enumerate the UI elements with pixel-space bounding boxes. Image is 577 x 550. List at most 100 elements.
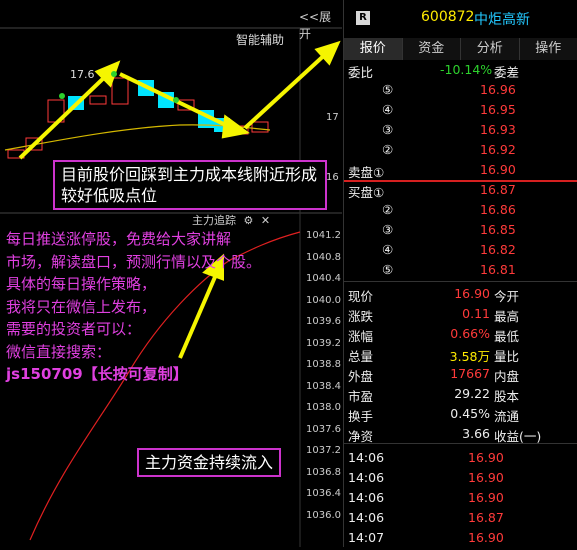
stat-value: 17667 [450,366,490,381]
signal-dot [111,71,117,77]
annotation-fund-inflow: 主力资金持续流入 [137,448,281,477]
tab-analysis[interactable]: 分析 [461,38,520,60]
order-price: 16.96 [480,82,516,97]
commission-row: 委比 -10.14% 委差 [344,62,577,82]
order-level-label: ⑤ [382,262,393,277]
stat-label-right: 最高 [494,306,519,325]
bid-ask-divider [344,180,577,182]
tick-row: 14:06 16.90 [344,490,577,510]
order-level-label: ② [382,202,393,217]
promo-line: 市场，解读盘口，预测行情以及个股。 [6,251,326,274]
y-tick-label: 1036.8 [306,467,341,478]
smart-assist-label[interactable]: 智能辅助 [236,31,284,48]
order-price: 16.93 [480,122,516,137]
order-level-label: ④ [382,102,393,117]
stat-value: 3.66 [462,426,490,441]
order-row: ② 16.86 [344,202,577,222]
stock-name: 中炬高新 [474,9,530,29]
order-level-label: 卖盘① [348,162,384,181]
stat-row: 现价16.90今开 [344,286,577,306]
high-price-label: 17.6 [70,68,95,81]
quote-panel: R 600872 中炬高新 报价 资金 分析 操作 委比 -10.14% 委差 … [343,0,577,547]
tab-funds[interactable]: 资金 [403,38,462,60]
order-row: ④ 16.95 [344,102,577,122]
order-price: 16.85 [480,222,516,237]
tracker-title: 主力追踪 ⚙ ✕ [192,212,270,228]
tick-row: 14:0716.90 [344,530,577,550]
tick-time: 14:06 [348,450,384,465]
promo-line: js150709【长按可复制】 [6,363,326,386]
order-level-label: ④ [382,242,393,257]
stat-row: 总量 3.58万量比 [344,346,577,366]
order-price: 16.82 [480,242,516,257]
y-tick-label: 1037.2 [306,445,341,456]
order-level-label: ⑤ [382,82,393,97]
order-price: 16.87 [480,182,516,197]
order-price: 16.86 [480,202,516,217]
y-tick-label: 1038.0 [306,402,341,413]
gear-icon[interactable]: ⚙ [244,214,254,227]
signal-dot [173,97,179,103]
order-level-label: ③ [382,222,393,237]
stat-row: 外盘17667内盘 [344,366,577,386]
stat-label-right: 流通 [494,406,519,425]
y-tick-label: 1036.4 [306,488,341,499]
tick-time: 14:06 [348,470,384,485]
signal-dot [59,93,65,99]
order-row: 买盘① 16.87 [344,182,577,202]
tick-time: 14:06 [348,490,384,505]
stat-value: 3.58万 [450,346,490,365]
stat-label: 涨跌 [348,306,373,325]
tick-row: 14:06 16.90 [344,470,577,490]
order-row: 卖盘① 16.90 [344,162,577,182]
chart-panel: <<展开 智能辅助 17.6 17 16 主力追踪 ⚙ ✕ 1041.21040… [0,0,342,547]
promo-line: 具体的每日操作策略， [6,273,326,296]
stat-value: 0.66% [450,326,490,341]
stat-value: 0.45% [450,406,490,421]
stat-row: 涨跌 0.11 最高 [344,306,577,326]
order-level-label: 买盘① [348,182,384,201]
order-price: 16.90 [480,162,516,177]
promo-text: 每日推送涨停股，免费给大家讲解 市场，解读盘口，预测行情以及个股。 具体的每日操… [6,228,326,386]
stat-row: 涨幅0.66%最低 [344,326,577,346]
tick-price: 16.90 [468,470,504,485]
y-tick-label: 1036.0 [306,510,341,521]
expand-button[interactable]: <<展开 [299,8,342,42]
stat-label: 涨幅 [348,326,373,345]
section-divider [344,281,577,282]
arrow-3 [245,50,330,128]
tracker-title-text: 主力追踪 [192,214,236,227]
price-axis-label: 16 [326,172,339,183]
y-tick-label: 1037.6 [306,424,341,435]
order-row: ④ 16.82 [344,242,577,262]
stat-label: 现价 [348,286,373,305]
tick-price: 16.90 [468,490,504,505]
annotation-cost-line: 目前股价回踩到主力成本线附近形成较好低吸点位 [53,160,327,210]
close-icon[interactable]: ✕ [261,214,270,227]
stat-row: 市盈29.22股本 [344,386,577,406]
promo-line: 微信直接搜索： [6,341,326,364]
arrow-1 [20,72,110,158]
stat-value: 0.11 [462,306,490,321]
candle [90,96,106,104]
stat-label-right: 量比 [494,346,519,365]
order-level-label: ③ [382,122,393,137]
order-price: 16.81 [480,262,516,277]
stat-label-right: 今开 [494,286,519,305]
stat-label: 总量 [348,346,373,365]
stat-label-right: 股本 [494,386,519,405]
tab-operation[interactable]: 操作 [520,38,577,60]
stat-label: 换手 [348,406,373,425]
promo-line: 需要的投资者可以： [6,318,326,341]
promo-line: 每日推送涨停股，免费给大家讲解 [6,228,326,251]
commission-diff-label: 委差 [494,62,519,81]
order-price: 16.95 [480,102,516,117]
order-level-label: ② [382,142,393,157]
tick-time: 14:06 [348,510,384,525]
candle [112,78,128,104]
tab-quote[interactable]: 报价 [344,38,403,60]
stock-code: 600872 [421,9,474,25]
order-price: 16.92 [480,142,516,157]
stat-label-right: 内盘 [494,366,519,385]
tick-price: 16.87 [468,510,504,525]
